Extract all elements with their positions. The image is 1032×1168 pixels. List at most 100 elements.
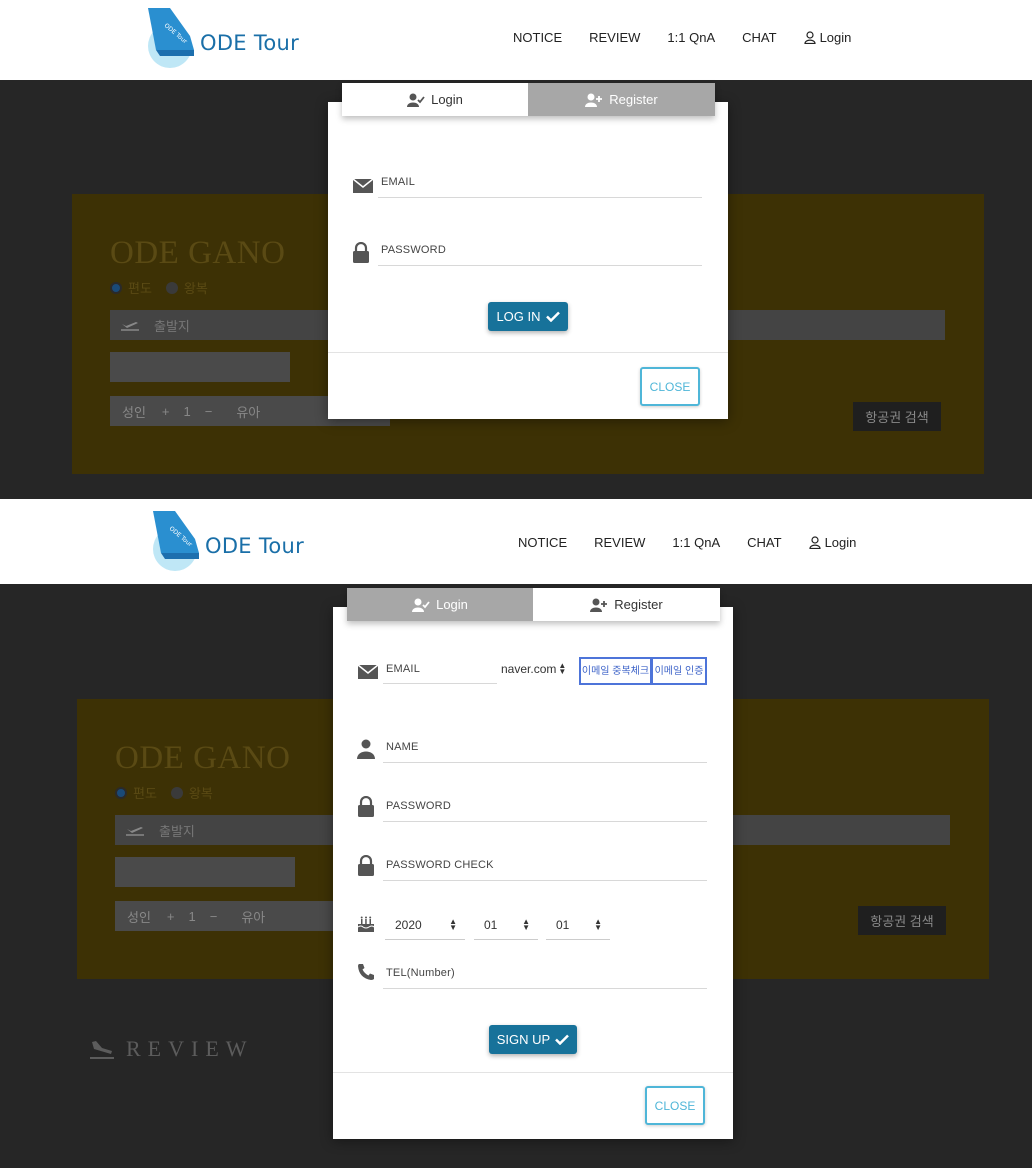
register-password-check-input[interactable]: PASSWORD CHECK xyxy=(383,849,707,881)
login-password-field[interactable]: PASSWORD xyxy=(352,234,702,268)
register-password-check-field[interactable]: PASSWORD CHECK xyxy=(357,849,707,883)
nav-notice[interactable]: NOTICE xyxy=(513,30,562,45)
modal-divider xyxy=(333,1072,733,1073)
tab-register-label: Register xyxy=(614,597,663,612)
register-modal-tabs: Login Register xyxy=(347,588,720,621)
oneway-radio[interactable] xyxy=(110,281,122,294)
date-input[interactable] xyxy=(110,352,290,382)
trip-type-radios: 편도 왕복 xyxy=(115,783,213,802)
checkmark-icon xyxy=(555,1034,570,1045)
lock-icon xyxy=(358,796,374,817)
register-name-input[interactable]: NAME xyxy=(383,731,707,763)
roundtrip-label: 왕복 xyxy=(188,786,213,801)
nav-qna[interactable]: 1:1 QnA xyxy=(667,30,715,45)
register-name-field[interactable]: NAME xyxy=(357,731,707,765)
birth-day-select[interactable]: 01 ▲ ▼ xyxy=(546,910,610,940)
select-arrows-icon: ▲ ▼ xyxy=(594,916,602,932)
nav-chat[interactable]: CHAT xyxy=(742,30,776,45)
tab-login[interactable]: Login xyxy=(347,588,533,621)
child-label: 유아 xyxy=(236,404,261,420)
flight-search-button[interactable]: 항공권 검색 xyxy=(853,402,941,431)
plane-takeoff-icon xyxy=(121,322,139,331)
nav-login-label: Login xyxy=(824,535,857,550)
adult-minus-button[interactable]: − xyxy=(205,404,213,419)
user-check-icon xyxy=(412,598,430,612)
oneway-label: 편도 xyxy=(133,786,157,801)
main-nav: NOTICE REVIEW 1:1 QnA CHAT Login xyxy=(513,30,905,45)
login-email-field[interactable]: EMAIL xyxy=(352,166,702,200)
user-plus-icon xyxy=(590,598,608,612)
login-close-button[interactable]: CLOSE xyxy=(640,367,700,406)
tab-login-label: Login xyxy=(436,597,468,612)
roundtrip-radio[interactable] xyxy=(165,281,178,294)
nav-login-label: Login xyxy=(819,30,852,45)
select-arrows-icon: ▲ ▼ xyxy=(522,916,530,932)
register-email-field[interactable]: EMAIL xyxy=(357,654,497,688)
register-email-input[interactable]: EMAIL xyxy=(383,654,497,684)
phone-icon xyxy=(358,964,374,980)
plane-takeoff-icon xyxy=(126,827,144,836)
adult-label: 성인 xyxy=(127,909,151,925)
plane-landing-icon xyxy=(90,1041,114,1059)
departure-placeholder: 출발지 xyxy=(154,318,190,334)
logo-text: ODE Tour xyxy=(205,534,305,558)
oneway-radio[interactable] xyxy=(115,786,127,799)
email-verify-button[interactable]: 이메일 인증 xyxy=(651,657,707,685)
site-header: ODE Tour ODE Tour NOTICE REVIEW 1:1 QnA … xyxy=(0,499,1032,584)
register-tel-input[interactable]: TEL(Number) xyxy=(383,957,707,989)
register-screen: ODE Tour ODE Tour NOTICE REVIEW 1:1 QnA … xyxy=(0,499,1032,1168)
plane-tail-logo-icon: ODE Tour xyxy=(153,511,199,571)
login-modal-tabs: Login Register xyxy=(342,83,715,116)
login-email-input[interactable]: EMAIL xyxy=(378,166,702,198)
tab-register[interactable]: Register xyxy=(528,83,715,116)
flight-search-button[interactable]: 항공권 검색 xyxy=(858,906,946,935)
tab-register-label: Register xyxy=(609,92,658,107)
person-icon xyxy=(357,739,375,759)
main-nav: NOTICE REVIEW 1:1 QnA CHAT Login xyxy=(518,535,910,550)
register-close-button[interactable]: CLOSE xyxy=(645,1086,705,1125)
login-submit-label: LOG IN xyxy=(496,309,541,324)
register-password-input[interactable]: PASSWORD xyxy=(383,790,707,822)
roundtrip-label: 왕복 xyxy=(183,281,208,296)
login-submit-button[interactable]: LOG IN xyxy=(488,302,568,331)
nav-login[interactable]: Login xyxy=(803,30,879,45)
tab-login[interactable]: Login xyxy=(342,83,528,116)
lock-icon xyxy=(353,242,369,263)
login-screen: ODE Tour ODE Tour NOTICE REVIEW 1:1 QnA … xyxy=(0,0,1032,499)
lock-icon xyxy=(358,855,374,876)
signup-submit-button[interactable]: SIGN UP xyxy=(489,1025,577,1054)
date-input[interactable] xyxy=(115,857,295,887)
nav-qna[interactable]: 1:1 QnA xyxy=(672,535,720,550)
modal-divider xyxy=(328,352,728,353)
user-icon xyxy=(808,536,821,549)
adult-plus-button[interactable]: + xyxy=(162,404,170,419)
nav-notice[interactable]: NOTICE xyxy=(518,535,567,550)
tab-login-label: Login xyxy=(431,92,463,107)
oneway-label: 편도 xyxy=(128,281,152,296)
birth-year-value: 2020 xyxy=(395,917,422,932)
site-logo[interactable]: ODE Tour ODE Tour xyxy=(151,509,304,571)
passenger-counters: 성인 + 1 − 유아 xyxy=(115,901,335,931)
email-duplicate-check-button[interactable]: 이메일 중복체크 xyxy=(579,657,652,685)
nav-review[interactable]: REVIEW xyxy=(594,535,645,550)
nav-chat[interactable]: CHAT xyxy=(747,535,781,550)
nav-login[interactable]: Login xyxy=(808,535,884,550)
register-tel-field[interactable]: TEL(Number) xyxy=(357,957,707,991)
user-plus-icon xyxy=(585,93,603,107)
register-password-field[interactable]: PASSWORD xyxy=(357,790,707,824)
birth-year-select[interactable]: 2020 ▲ ▼ xyxy=(385,910,465,940)
user-check-icon xyxy=(407,93,425,107)
trip-type-radios: 편도 왕복 xyxy=(110,278,208,297)
adult-plus-button[interactable]: + xyxy=(167,909,175,924)
tab-register[interactable]: Register xyxy=(533,588,720,621)
login-password-input[interactable]: PASSWORD xyxy=(378,234,702,266)
signup-submit-label: SIGN UP xyxy=(496,1032,551,1047)
birth-month-select[interactable]: 01 ▲ ▼ xyxy=(474,910,538,940)
email-domain-select[interactable]: naver.com ▲ ▼ xyxy=(501,659,573,679)
roundtrip-radio[interactable] xyxy=(170,786,183,799)
adult-label: 성인 xyxy=(122,404,146,420)
departure-placeholder: 출발지 xyxy=(159,823,195,839)
nav-review[interactable]: REVIEW xyxy=(589,30,640,45)
site-logo[interactable]: ODE Tour ODE Tour xyxy=(146,6,299,68)
adult-minus-button[interactable]: − xyxy=(210,909,218,924)
